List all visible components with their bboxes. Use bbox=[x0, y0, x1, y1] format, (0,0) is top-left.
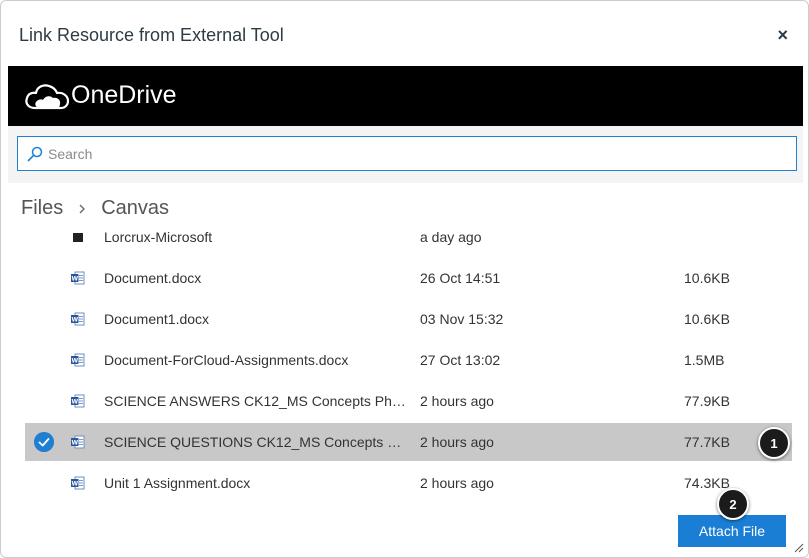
file-name: SCIENCE ANSWERS CK12_MS Concepts Physic.… bbox=[104, 393, 409, 409]
file-row[interactable]: W Document1.docx 03 Nov 15:32 10.6KB bbox=[25, 300, 792, 338]
file-row[interactable]: W Document-ForCloud-Assignments.docx 27 … bbox=[25, 341, 792, 379]
svg-text:W: W bbox=[71, 440, 78, 447]
cloud-icon bbox=[25, 84, 70, 110]
dialog-title: Link Resource from External Tool bbox=[19, 25, 284, 45]
svg-text:W: W bbox=[71, 358, 78, 365]
word-doc-icon: W bbox=[71, 271, 85, 285]
file-name: Unit 1 Assignment.docx bbox=[104, 475, 251, 491]
svg-text:W: W bbox=[71, 276, 78, 283]
word-doc-icon: W bbox=[71, 435, 85, 449]
search-box[interactable] bbox=[17, 136, 797, 171]
file-row[interactable]: Lorcrux-Microsoft a day ago bbox=[25, 231, 792, 256]
file-name: Document1.docx bbox=[104, 311, 210, 327]
file-row[interactable]: W Unit 1 Assignment.docx 2 hours ago 74.… bbox=[25, 464, 792, 502]
svg-text:W: W bbox=[71, 399, 78, 406]
resize-grip-icon[interactable] bbox=[794, 543, 804, 553]
onedrive-header: OneDrive bbox=[8, 66, 803, 126]
file-date: 2 hours ago bbox=[420, 434, 494, 450]
chevron-right-icon bbox=[79, 204, 86, 213]
breadcrumb: Files Canvas bbox=[21, 197, 169, 220]
file-date: 27 Oct 13:02 bbox=[420, 352, 501, 368]
file-date: 26 Oct 14:51 bbox=[420, 270, 501, 286]
word-doc-icon: W bbox=[71, 476, 85, 490]
breadcrumb-item-files[interactable]: Files bbox=[21, 197, 63, 220]
file-size: 1.5MB bbox=[684, 352, 725, 368]
folder-icon bbox=[73, 233, 83, 242]
file-date: 03 Nov 15:32 bbox=[420, 311, 504, 327]
service-name: OneDrive bbox=[71, 81, 177, 109]
breadcrumb-item-canvas: Canvas bbox=[101, 197, 170, 219]
file-size: 74.3KB bbox=[684, 475, 730, 491]
file-date: 2 hours ago bbox=[420, 475, 494, 491]
file-size: 10.6KB bbox=[684, 270, 730, 286]
file-row-selected[interactable]: W SCIENCE QUESTIONS CK12_MS Concepts Phy… bbox=[25, 423, 792, 461]
search-input[interactable] bbox=[48, 137, 788, 170]
file-size: 77.7KB bbox=[684, 434, 730, 450]
file-name: Document-ForCloud-Assignments.docx bbox=[104, 352, 349, 368]
word-doc-icon: W bbox=[71, 353, 85, 367]
word-doc-icon: W bbox=[71, 312, 85, 326]
word-doc-icon: W bbox=[71, 394, 85, 408]
file-date: 2 hours ago bbox=[420, 393, 494, 409]
search-bar bbox=[8, 126, 803, 183]
file-name: Lorcrux-Microsoft bbox=[104, 231, 213, 245]
file-name: SCIENCE QUESTIONS CK12_MS Concepts Phy..… bbox=[104, 434, 409, 450]
close-button[interactable]: × bbox=[777, 25, 788, 45]
file-size: 10.6KB bbox=[684, 311, 730, 327]
file-name: Document.docx bbox=[104, 270, 202, 286]
checkmark-icon[interactable] bbox=[34, 432, 54, 452]
search-icon bbox=[27, 146, 43, 162]
file-row[interactable]: W Document.docx 26 Oct 14:51 10.6KB bbox=[25, 259, 792, 297]
file-row[interactable]: W SCIENCE ANSWERS CK12_MS Concepts Physi… bbox=[25, 382, 792, 420]
step-marker-2: 2 bbox=[717, 488, 749, 520]
file-date: a day ago bbox=[420, 231, 482, 245]
file-size: 77.9KB bbox=[684, 393, 730, 409]
file-list: Lorcrux-Microsoft a day ago W Document.d… bbox=[25, 231, 792, 505]
svg-text:W: W bbox=[71, 317, 78, 324]
svg-text:W: W bbox=[71, 481, 78, 488]
link-resource-dialog: Link Resource from External Tool × OneDr… bbox=[0, 0, 809, 558]
step-marker-1: 1 bbox=[758, 427, 790, 459]
